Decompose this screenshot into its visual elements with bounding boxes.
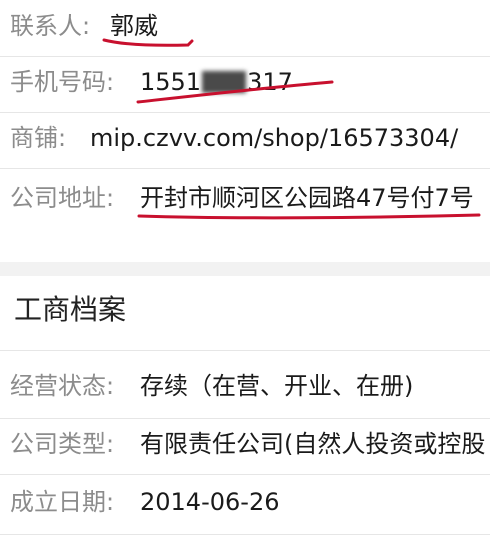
divider <box>0 418 490 419</box>
section-gap <box>0 262 490 276</box>
phone-prefix: 1551 <box>140 68 202 96</box>
phone-suffix: 317 <box>247 68 293 96</box>
founded-date-label: 成立日期: <box>10 488 115 516</box>
divider <box>0 534 490 535</box>
address-label: 公司地址: <box>10 184 115 212</box>
status-row: 经营状态: 存续（在营、开业、在册) <box>0 366 490 406</box>
shop-row: 商铺: mip.czvv.com/shop/16573304/ <box>0 118 490 158</box>
founded-date-row: 成立日期: 2014-06-26 <box>0 482 490 522</box>
phone-row: 手机号码: 1551 317 <box>0 62 490 102</box>
phone-redaction <box>202 71 247 93</box>
contact-person-row: 联系人: 郭威 <box>0 6 490 46</box>
divider <box>0 168 490 169</box>
divider <box>0 56 490 57</box>
founded-date-value: 2014-06-26 <box>140 488 280 516</box>
business-record-title: 工商档案 <box>14 293 127 326</box>
status-label: 经营状态: <box>10 372 115 400</box>
company-type-label: 公司类型: <box>10 430 115 458</box>
phone-value: 1551 317 <box>140 64 293 100</box>
company-info-page: 联系人: 郭威 手机号码: 1551 317 商铺: mip.czvv.com/s… <box>0 0 490 541</box>
shop-link[interactable]: mip.czvv.com/shop/16573304/ <box>90 120 458 156</box>
address-row: 公司地址: 开封市顺河区公园路47号付7号 <box>0 178 490 218</box>
status-value: 存续（在营、开业、在册) <box>140 372 414 400</box>
divider <box>0 350 490 351</box>
divider <box>0 474 490 475</box>
company-type-row: 公司类型: 有限责任公司(自然人投资或控股 <box>0 424 490 464</box>
company-type-value: 有限责任公司(自然人投资或控股 <box>140 430 486 458</box>
contact-person-value: 郭威 <box>110 12 158 40</box>
phone-label: 手机号码: <box>10 68 115 96</box>
address-value: 开封市顺河区公园路47号付7号 <box>140 184 474 212</box>
contact-person-label: 联系人: <box>10 12 91 40</box>
shop-label: 商铺: <box>10 124 67 152</box>
divider <box>0 112 490 113</box>
